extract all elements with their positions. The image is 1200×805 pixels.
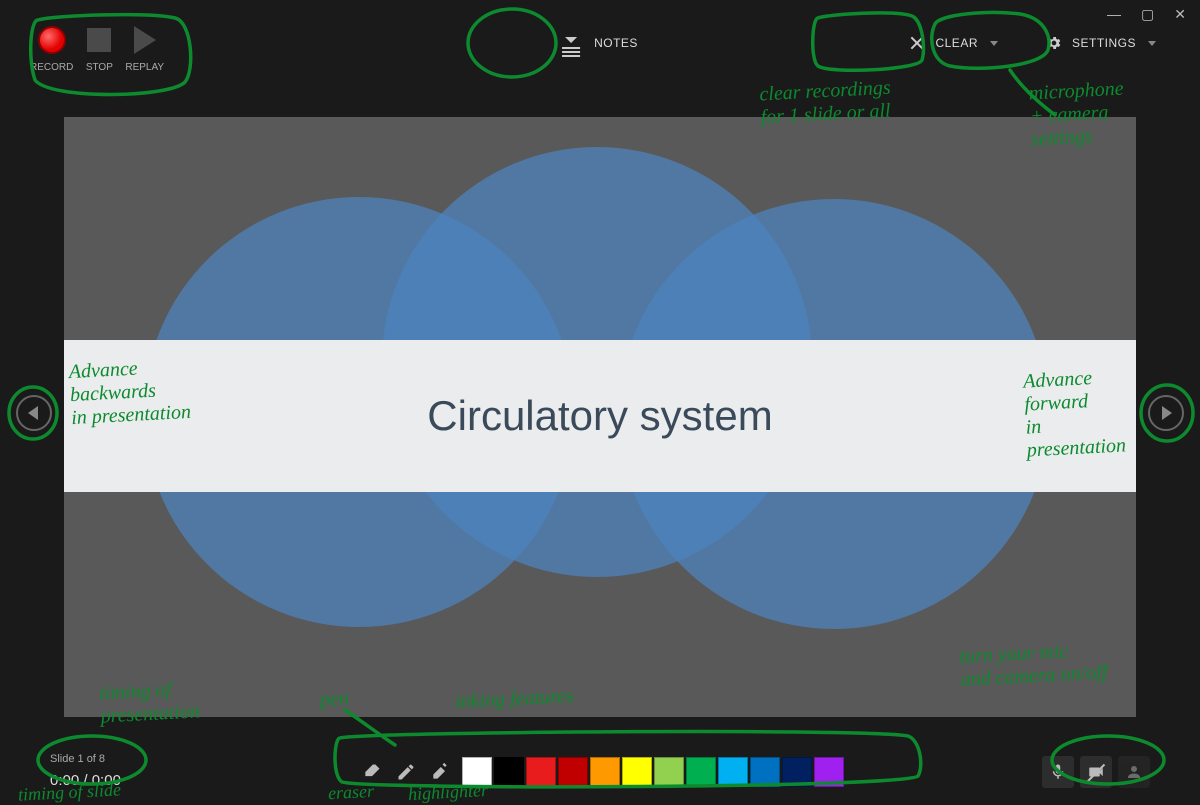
annotation-text: highlighter [408,780,489,805]
presenter-toggle[interactable] [1118,756,1150,788]
annotation-text: clear recordings for 1 slide or all [759,77,893,130]
annotation-text: eraser [327,781,374,804]
annotation-text: Advance backwards in presentation [68,355,191,430]
chevron-right-icon [1162,406,1172,420]
color-swatch[interactable] [590,757,620,787]
color-swatch[interactable] [622,757,652,787]
microphone-toggle[interactable] [1042,756,1074,788]
color-swatch[interactable] [782,757,812,787]
replay-label: REPLAY [125,62,164,73]
notes-button[interactable]: NOTES [542,26,658,60]
record-label: RECORD [30,62,73,73]
bottom-toolbar: Slide 1 of 8 0:00 / 0:00 [0,740,1200,804]
play-icon [134,26,156,54]
annotation-text: turn your mic and camera on/off [959,638,1108,692]
highlighter-icon [430,762,450,782]
annotation-text: Advance forward in presentation [1023,365,1127,462]
stop-icon [87,28,111,52]
chevron-down-icon [990,41,998,46]
next-slide-button[interactable] [1148,395,1184,431]
pen-icon [396,762,416,782]
annotation-text: microphone + camera settings [1028,78,1126,152]
chevron-down-icon [1148,41,1156,46]
close-icon [909,35,925,51]
color-swatch[interactable] [558,757,588,787]
camera-toggle[interactable] [1080,756,1112,788]
color-swatch[interactable] [686,757,716,787]
replay-button[interactable]: REPLAY [125,24,164,73]
notes-label: NOTES [594,36,638,50]
stop-label: STOP [86,62,113,73]
gear-icon [1046,35,1062,51]
eraser-icon [362,762,382,782]
stop-button[interactable]: STOP [83,24,115,73]
camera-icon [1087,763,1105,781]
color-swatch[interactable] [814,757,844,787]
settings-label: SETTINGS [1072,36,1136,50]
annotation-text: pen [319,687,349,711]
record-button[interactable]: RECORD [30,24,73,73]
color-swatch[interactable] [750,757,780,787]
annotation-text: timing of presentation [99,677,201,728]
slide-title: Circulatory system [427,392,772,440]
color-swatch[interactable] [718,757,748,787]
clear-button[interactable]: CLEAR [895,25,1012,61]
settings-button[interactable]: SETTINGS [1032,25,1170,61]
slide-stage: Circulatory system [64,117,1136,717]
record-icon [38,26,66,54]
slide-title-band: Circulatory system [64,340,1136,492]
color-swatch[interactable] [494,757,524,787]
slide-counter: Slide 1 of 8 [50,751,121,769]
microphone-icon [1049,763,1067,781]
notes-icon [562,37,580,49]
clear-label: CLEAR [935,36,978,50]
color-swatch[interactable] [654,757,684,787]
prev-slide-button[interactable] [16,395,52,431]
person-icon [1125,763,1143,781]
color-swatch[interactable] [526,757,556,787]
chevron-left-icon [28,406,38,420]
top-toolbar: RECORD STOP REPLAY NOTES CLEAR SETTINGS [0,0,1200,86]
